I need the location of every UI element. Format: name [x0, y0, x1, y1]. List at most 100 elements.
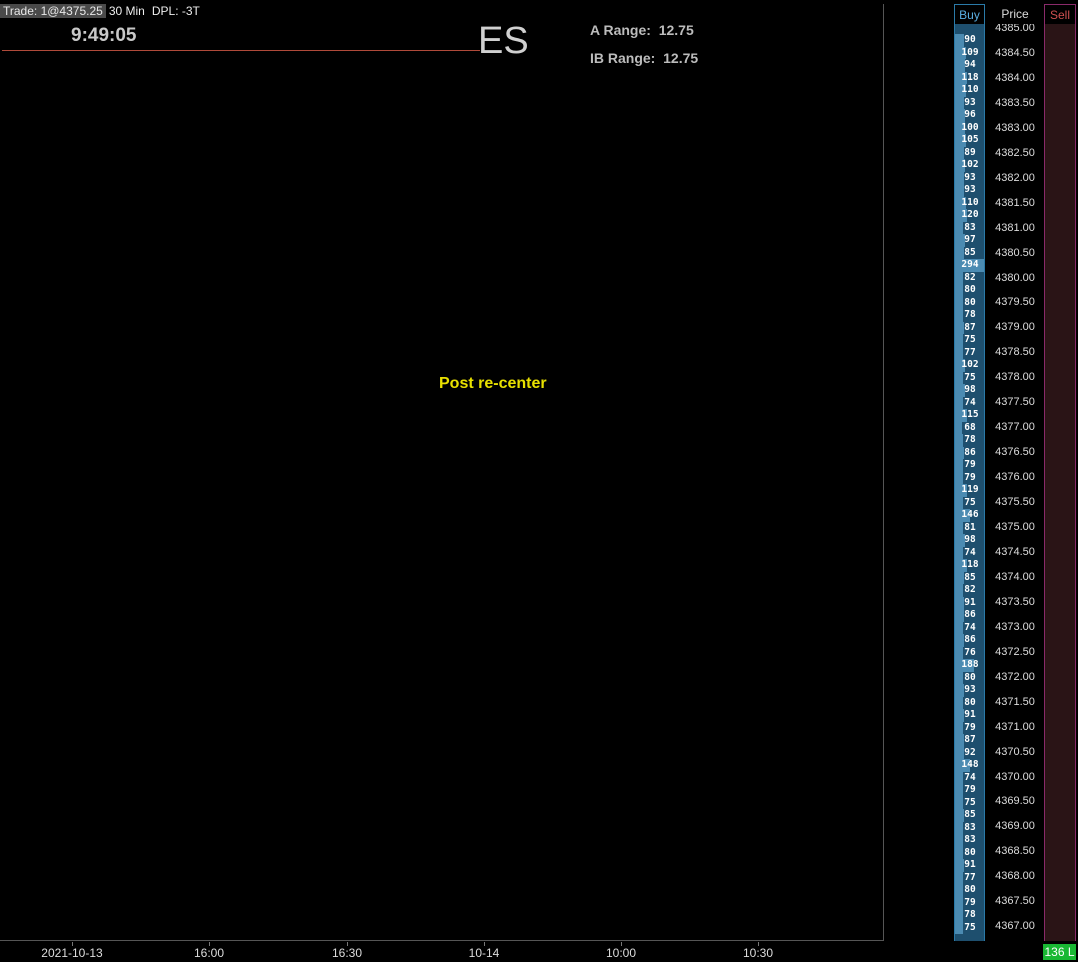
- price-level[interactable]: 4371.00: [987, 720, 1043, 734]
- buy-volume-cell[interactable]: 90: [955, 34, 984, 47]
- buy-volume-cell[interactable]: 91: [955, 859, 984, 872]
- buy-volume-cell[interactable]: 75: [955, 371, 984, 384]
- buy-volume-cell[interactable]: 98: [955, 534, 984, 547]
- price-level[interactable]: 4377.00: [987, 420, 1043, 434]
- price-level[interactable]: 4385.00: [987, 24, 1043, 35]
- price-level[interactable]: 4380.50: [987, 246, 1043, 260]
- buy-volume-cell[interactable]: 82: [955, 271, 984, 284]
- price-level[interactable]: 4382.50: [987, 146, 1043, 160]
- buy-volume-cell[interactable]: 91: [955, 596, 984, 609]
- buy-volume-cell[interactable]: 75: [955, 334, 984, 347]
- price-level[interactable]: 4369.00: [987, 819, 1043, 833]
- buy-volume-cell[interactable]: 79: [955, 896, 984, 909]
- price-level[interactable]: 4368.50: [987, 844, 1043, 858]
- buy-volume-cell[interactable]: 93: [955, 684, 984, 697]
- price-ladder[interactable]: Buy Price Sell 90 109 94 118 110 93 96 100 105 89…: [954, 4, 1076, 941]
- price-level[interactable]: 4367.50: [987, 894, 1043, 908]
- buy-volume-cell[interactable]: 87: [955, 734, 984, 747]
- buy-volume-cell[interactable]: 78: [955, 909, 984, 922]
- buy-volume-cell[interactable]: 146: [955, 509, 984, 522]
- buy-volume-cell[interactable]: 78: [955, 309, 984, 322]
- buy-volume-cell[interactable]: 74: [955, 396, 984, 409]
- buy-volume-cell[interactable]: 75: [955, 496, 984, 509]
- buy-volume-cell[interactable]: 86: [955, 609, 984, 622]
- price-level[interactable]: 4372.50: [987, 645, 1043, 659]
- buy-volume-cell[interactable]: 79: [955, 784, 984, 797]
- buy-volume-cell[interactable]: 74: [955, 546, 984, 559]
- buy-volume-cell[interactable]: 83: [955, 821, 984, 834]
- buy-volume-cell[interactable]: 78: [955, 434, 984, 447]
- price-level[interactable]: 4374.50: [987, 545, 1043, 559]
- buy-volume-cell[interactable]: 98: [955, 384, 984, 397]
- price-level[interactable]: 4384.50: [987, 46, 1043, 60]
- buy-volume-cell[interactable]: 148: [955, 759, 984, 772]
- buy-volume-cell[interactable]: 110: [955, 84, 984, 97]
- buy-volume-cell[interactable]: 82: [955, 584, 984, 597]
- buy-column[interactable]: 90 109 94 118 110 93 96 100 105 89 102 93 93 110 120 83…: [954, 24, 985, 941]
- price-level[interactable]: 4372.00: [987, 670, 1043, 684]
- buy-volume-cell[interactable]: 93: [955, 96, 984, 109]
- buy-volume-cell[interactable]: 105: [955, 134, 984, 147]
- price-level[interactable]: 4375.00: [987, 520, 1043, 534]
- buy-volume-cell[interactable]: 92: [955, 746, 984, 759]
- price-level[interactable]: 4375.50: [987, 495, 1043, 509]
- buy-volume-cell[interactable]: 80: [955, 846, 984, 859]
- price-level[interactable]: 4367.00: [987, 919, 1043, 933]
- buy-volume-cell[interactable]: 94: [955, 59, 984, 72]
- price-level[interactable]: 4378.00: [987, 370, 1043, 384]
- buy-volume-cell[interactable]: 79: [955, 471, 984, 484]
- price-level[interactable]: 4371.50: [987, 695, 1043, 709]
- sell-column-header[interactable]: Sell: [1044, 4, 1076, 24]
- price-level[interactable]: 4370.50: [987, 745, 1043, 759]
- price-level[interactable]: 4384.00: [987, 71, 1043, 85]
- buy-volume-cell[interactable]: 118: [955, 71, 984, 84]
- buy-volume-cell[interactable]: 81: [955, 521, 984, 534]
- price-level[interactable]: 4370.00: [987, 770, 1043, 784]
- buy-volume-cell[interactable]: 115: [955, 409, 984, 422]
- price-level[interactable]: 4381.00: [987, 221, 1043, 235]
- buy-volume-cell[interactable]: 120: [955, 209, 984, 222]
- buy-volume-cell[interactable]: 96: [955, 109, 984, 122]
- buy-column-header[interactable]: Buy: [954, 4, 985, 24]
- buy-volume-cell[interactable]: 76: [955, 646, 984, 659]
- buy-volume-cell[interactable]: 109: [955, 46, 984, 59]
- price-level[interactable]: 4381.50: [987, 196, 1043, 210]
- buy-volume-cell[interactable]: 77: [955, 346, 984, 359]
- buy-volume-cell[interactable]: 85: [955, 571, 984, 584]
- buy-volume-cell[interactable]: 80: [955, 671, 984, 684]
- buy-volume-cell[interactable]: 86: [955, 634, 984, 647]
- buy-volume-cell[interactable]: 74: [955, 621, 984, 634]
- buy-volume-cell[interactable]: 77: [955, 871, 984, 884]
- buy-volume-cell[interactable]: 83: [955, 834, 984, 847]
- price-level[interactable]: 4382.00: [987, 171, 1043, 185]
- buy-volume-cell[interactable]: 97: [955, 234, 984, 247]
- buy-volume-cell[interactable]: 75: [955, 796, 984, 809]
- price-level[interactable]: 4374.00: [987, 570, 1043, 584]
- price-level[interactable]: 4379.00: [987, 320, 1043, 334]
- price-level[interactable]: 4383.50: [987, 96, 1043, 110]
- sell-column[interactable]: [1044, 24, 1076, 941]
- buy-volume-cell[interactable]: 79: [955, 721, 984, 734]
- buy-volume-cell[interactable]: 294: [955, 259, 984, 272]
- buy-volume-cell[interactable]: 80: [955, 296, 984, 309]
- buy-volume-cell[interactable]: 68: [955, 421, 984, 434]
- price-level[interactable]: 4379.50: [987, 295, 1043, 309]
- buy-volume-cell[interactable]: 119: [955, 484, 984, 497]
- buy-volume-cell[interactable]: 74: [955, 771, 984, 784]
- price-level[interactable]: 4376.00: [987, 470, 1043, 484]
- buy-volume-cell[interactable]: 93: [955, 184, 984, 197]
- buy-volume-cell[interactable]: 80: [955, 284, 984, 297]
- price-level[interactable]: 4373.00: [987, 620, 1043, 634]
- buy-volume-cell[interactable]: 85: [955, 246, 984, 259]
- buy-volume-cell[interactable]: 85: [955, 809, 984, 822]
- buy-volume-cell[interactable]: 102: [955, 359, 984, 372]
- buy-volume-cell[interactable]: 79: [955, 459, 984, 472]
- buy-volume-cell[interactable]: 118: [955, 559, 984, 572]
- time-axis[interactable]: 2021-10-13 16:00 16:30 10-14 10:00 10:30: [0, 942, 884, 962]
- buy-volume-cell[interactable]: 93: [955, 171, 984, 184]
- buy-volume-cell[interactable]: 100: [955, 121, 984, 134]
- buy-volume-cell[interactable]: 89: [955, 146, 984, 159]
- price-level[interactable]: 4380.00: [987, 271, 1043, 285]
- buy-volume-cell[interactable]: 86: [955, 446, 984, 459]
- price-level[interactable]: 4377.50: [987, 395, 1043, 409]
